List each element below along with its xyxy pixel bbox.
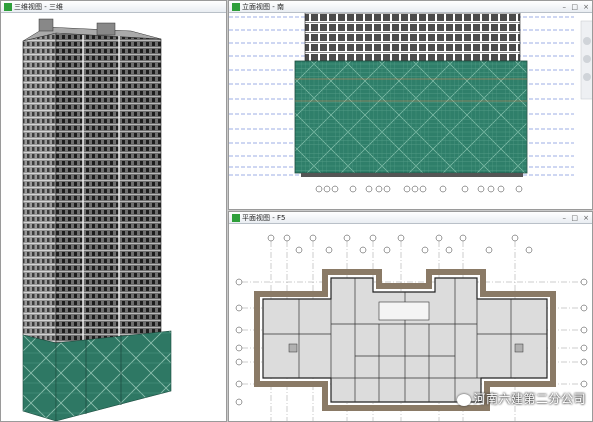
view-title-plan: 平面视图 - F5: [242, 214, 286, 222]
view-pane-elevation[interactable]: 立面视图 - 南 – □ ×: [228, 0, 593, 210]
view-titlebar-3d[interactable]: 三维视图 - 三维: [1, 1, 226, 13]
watermark: 河南六建第二分公司: [457, 390, 586, 407]
maximize-button[interactable]: □: [571, 1, 578, 13]
close-button[interactable]: ×: [583, 1, 589, 13]
view-title-3d: 三维视图 - 三维: [14, 3, 63, 11]
minimize-button[interactable]: –: [563, 1, 567, 13]
navigation-bar[interactable]: [580, 20, 593, 100]
south-elevation-drawing: [229, 13, 593, 193]
view-titlebar-elevation[interactable]: 立面视图 - 南 – □ ×: [229, 1, 592, 13]
revit-view-icon: [232, 214, 240, 222]
view-pane-3d[interactable]: 三维视图 - 三维: [0, 0, 227, 422]
revit-view-icon: [4, 3, 12, 11]
view-canvas-plan[interactable]: 河南六建第二分公司: [229, 224, 592, 421]
minimize-button[interactable]: –: [563, 212, 567, 224]
view-titlebar-plan[interactable]: 平面视图 - F5 – □ ×: [229, 212, 592, 224]
view-canvas-elevation[interactable]: [229, 13, 592, 209]
tower-3d-model: [22, 18, 172, 421]
wechat-icon: [457, 393, 472, 406]
revit-view-icon: [232, 3, 240, 11]
view-canvas-3d[interactable]: [1, 13, 226, 421]
maximize-button[interactable]: □: [571, 212, 578, 224]
watermark-text: 河南六建第二分公司: [473, 392, 586, 406]
view-pane-plan[interactable]: 平面视图 - F5 – □ × 河南六建第二分公司: [228, 211, 593, 422]
view-title-elevation: 立面视图 - 南: [242, 3, 284, 11]
close-button[interactable]: ×: [583, 212, 589, 224]
